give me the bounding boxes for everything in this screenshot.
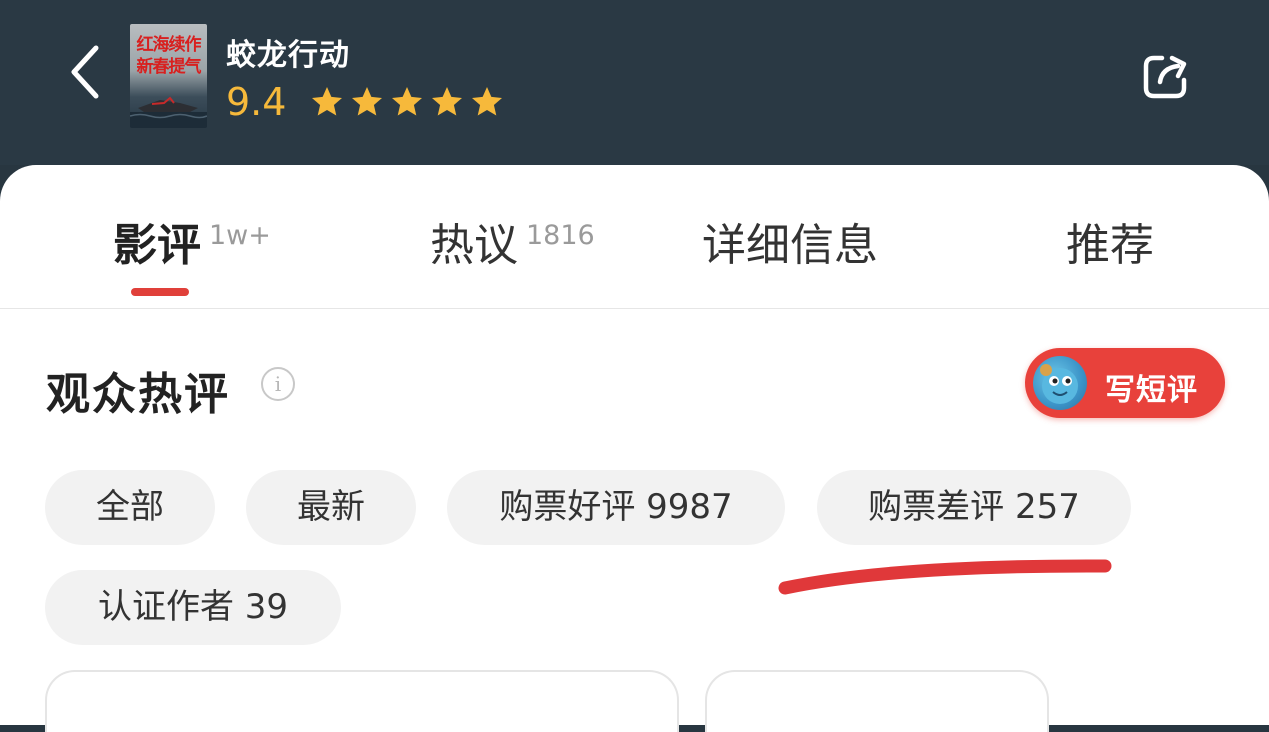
filter-chip-all[interactable]: 全部 [45,470,215,545]
tab-label: 影评 [113,220,201,271]
chevron-left-icon [71,45,99,99]
tab-details[interactable]: 详细信息 [702,209,878,273]
star-icon [312,87,342,116]
poster-ship-image [130,96,207,128]
star-icon [472,87,502,116]
tab-label: 详细信息 [702,220,878,271]
tab-label: 推荐 [1066,220,1154,271]
filter-chip-negative[interactable]: 购票差评 257 [817,470,1131,545]
movie-title: 蛟龙行动 [226,38,350,73]
red-underline-annotation [778,559,1112,595]
write-review-label: 写短评 [1105,373,1198,408]
tab-recommend[interactable]: 推荐 [1066,209,1154,273]
filter-chip-positive[interactable]: 购票好评 9987 [447,470,785,545]
active-tab-indicator [131,288,189,296]
info-icon[interactable]: i [261,367,295,401]
star-icon [432,87,462,116]
back-button[interactable] [62,40,112,104]
star-icon [392,87,422,116]
filter-chip-verified-authors[interactable]: 认证作者 39 [45,570,341,645]
mascot-avatar [1033,356,1087,410]
movie-poster[interactable]: 红海续作 新春提气 [130,24,207,128]
tab-label: 热议 [430,220,518,271]
tab-reviews[interactable]: 影评 1w+ [113,209,271,273]
section-title: 观众热评 [46,369,230,420]
tab-discussion[interactable]: 热议 1816 [430,209,595,273]
share-icon [1143,55,1187,99]
movie-header: 红海续作 新春提气 蛟龙行动 9.4 [0,0,1269,165]
share-button[interactable] [1140,50,1192,102]
review-card-preview[interactable] [45,670,679,732]
star-icon [352,87,382,116]
tab-badge: 1816 [526,220,595,251]
write-review-button[interactable]: 写短评 [1025,348,1225,418]
tab-bar: 影评 1w+ 热议 1816 详细信息 推荐 [0,165,1269,309]
poster-text: 红海续作 新春提气 [136,35,202,77]
content-card: 影评 1w+ 热议 1816 详细信息 推荐 观众热评 i 写短评 全部 最新 购票… [0,165,1269,732]
rating-stars [308,84,506,120]
review-card-preview[interactable] [705,670,1049,732]
tab-badge: 1w+ [209,220,271,251]
mascot-icon [1040,364,1078,404]
rating-score: 9.4 [226,80,287,124]
filter-chip-latest[interactable]: 最新 [246,470,416,545]
